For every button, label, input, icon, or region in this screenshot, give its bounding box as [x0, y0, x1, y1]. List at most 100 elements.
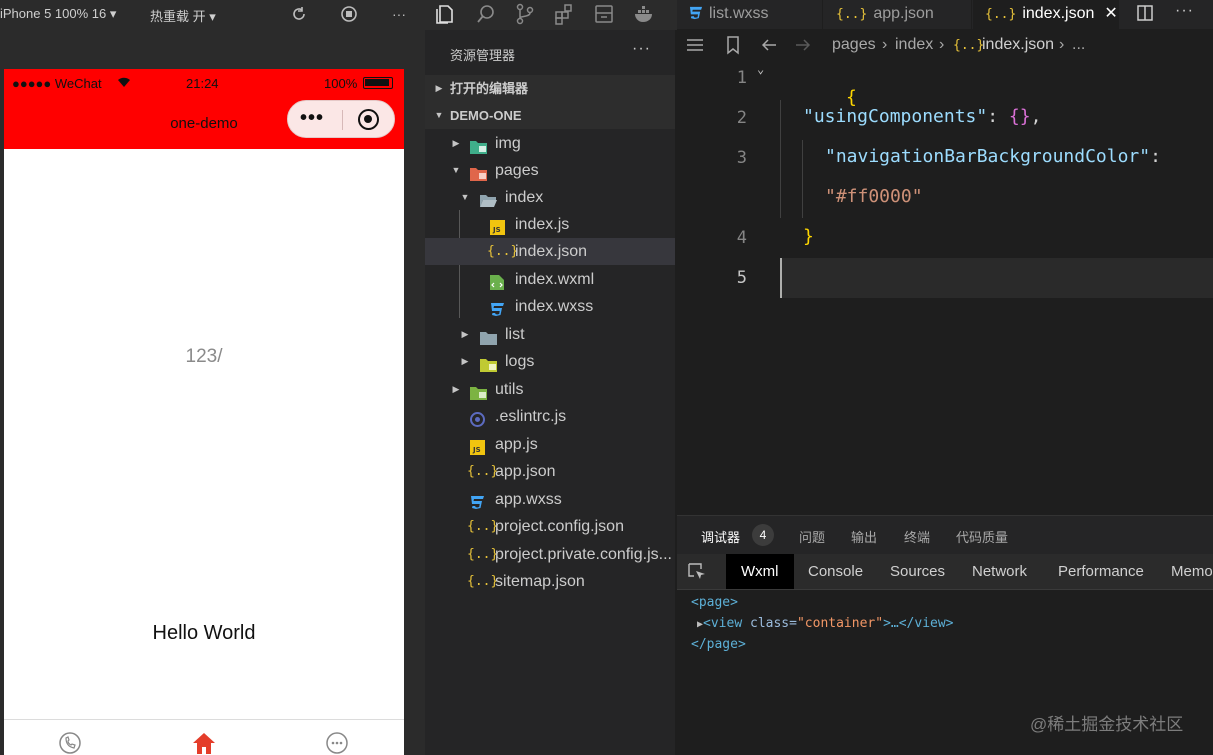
project-section[interactable]: ▼ DEMO-ONE: [425, 102, 675, 129]
devtools-tab-console[interactable]: Console: [808, 554, 863, 589]
wxml-view-node[interactable]: ▶<view class="container">…</view>: [697, 616, 954, 631]
tree-item-img[interactable]: ▶ img: [425, 130, 675, 157]
tree-item-app-json[interactable]: {..} app.json: [425, 458, 675, 485]
capsule-more-button[interactable]: •••: [300, 107, 324, 130]
list-icon[interactable]: [685, 35, 705, 55]
split-editor-icon[interactable]: [1136, 4, 1156, 24]
tree-item-app-wxss[interactable]: app.wxss: [425, 486, 675, 513]
storage-icon[interactable]: [593, 3, 615, 25]
json-string-value: "#ff0000": [825, 186, 923, 207]
source-control-icon[interactable]: [514, 3, 536, 25]
open-editors-section[interactable]: ▶ 打开的编辑器: [425, 75, 675, 102]
breadcrumb-file[interactable]: index.json: [982, 36, 1054, 54]
tab-index-json[interactable]: {..} index.json ✕: [973, 0, 1119, 29]
wxml-page-open[interactable]: <page>: [691, 595, 738, 610]
fold-chevron-icon[interactable]: ⌄: [757, 62, 764, 76]
inspect-element-icon[interactable]: [687, 562, 707, 582]
device-selector[interactable]: iPhone 5 100% 16 ▾: [0, 6, 116, 22]
tree-item-index-js[interactable]: JS index.js: [425, 211, 675, 238]
tab-debugger[interactable]: 调试器: [701, 527, 740, 546]
arrow-left-icon[interactable]: [759, 35, 779, 55]
pages-folder-icon: [470, 163, 487, 181]
chevron-right-icon: ›: [882, 36, 888, 53]
explorer-pane: 资源管理器 ··· ▶ 打开的编辑器 ▼ DEMO-ONE ▶ img ▼ pa…: [425, 30, 675, 755]
devtools-tab-wxml[interactable]: Wxml: [726, 554, 794, 589]
status-time: 21:24: [186, 76, 219, 91]
tab-code-quality[interactable]: 代码质量: [956, 527, 1008, 546]
tab-app-json[interactable]: {..} app.json: [824, 0, 972, 29]
tree-item-app-js[interactable]: JS app.js: [425, 431, 675, 458]
wxml-attr-value: "container": [796, 616, 884, 631]
refresh-icon[interactable]: [290, 5, 308, 23]
json-colon: :: [987, 106, 1009, 127]
tree-item-pages[interactable]: ▼ pages: [425, 157, 675, 184]
tree-item-eslintrc[interactable]: .eslintrc.js: [425, 403, 675, 430]
tree-item-index-wxss[interactable]: index.wxss: [425, 293, 675, 320]
code-line-3: "navigationBarBackgroundColor":: [825, 146, 1161, 167]
tree-item-label: index.json: [515, 243, 588, 260]
wxss-file-icon: [470, 492, 487, 509]
tree-item-list[interactable]: ▶ list: [425, 321, 675, 348]
json-brace: {: [846, 87, 857, 108]
devtools-tab-network[interactable]: Network: [972, 554, 1027, 589]
close-icon[interactable]: ✕: [1104, 5, 1117, 22]
tree-item-logs[interactable]: ▶ logs: [425, 348, 675, 375]
stop-icon[interactable]: [340, 5, 358, 23]
chat-tab-icon[interactable]: [326, 732, 348, 754]
json-file-icon: {..}: [467, 519, 499, 534]
breadcrumb-pages[interactable]: pages: [832, 36, 876, 54]
line-number: 1: [736, 68, 747, 88]
tab-terminal[interactable]: 终端: [904, 527, 930, 546]
wxml-tag-close: >…</view>: [883, 616, 954, 631]
folder-open-icon: [480, 190, 497, 207]
breadcrumb-more[interactable]: ...: [1072, 36, 1085, 54]
status-bar: ●●●●● WeChat 21:24 100%: [4, 69, 404, 97]
phone-tab-icon[interactable]: [59, 732, 81, 754]
search-icon[interactable]: [475, 3, 497, 25]
explorer-more-button[interactable]: ···: [632, 40, 651, 58]
devtools-tab-performance[interactable]: Performance: [1058, 554, 1144, 589]
logs-folder-icon: [480, 354, 497, 372]
files-icon[interactable]: [435, 3, 457, 25]
indent-guide: [802, 140, 803, 218]
json-brace: }: [803, 226, 814, 247]
tree-item-label: logs: [505, 353, 535, 370]
editor-more-icon[interactable]: ···: [1175, 2, 1194, 20]
tree-item-label: project.config.json: [495, 518, 624, 535]
more-icon[interactable]: ···: [390, 5, 408, 23]
extensions-icon[interactable]: [553, 3, 575, 25]
image-folder-icon: [470, 136, 487, 154]
tree-item-index-wxml[interactable]: index.wxml: [425, 266, 675, 293]
tab-output[interactable]: 输出: [851, 527, 877, 546]
tree-item-utils[interactable]: ▶ utils: [425, 376, 675, 403]
breadcrumb-index[interactable]: index: [895, 36, 933, 54]
devtools-tab-memory[interactable]: Memo: [1171, 554, 1213, 589]
tree-item-index-folder[interactable]: ▼ index: [425, 184, 675, 211]
bookmark-icon[interactable]: [723, 35, 743, 55]
tree-item-label: project.private.config.js...: [495, 546, 672, 563]
line-number: 5: [736, 268, 747, 288]
tree-item-index-json[interactable]: {..} index.json: [425, 238, 675, 265]
tree-item-project-private-config[interactable]: {..} project.private.config.js...: [425, 541, 675, 568]
devtools-tab-sources[interactable]: Sources: [890, 554, 945, 589]
json-file-icon: {..}: [985, 7, 1017, 22]
wxml-page-close[interactable]: </page>: [691, 637, 746, 652]
devtools-tabs: Wxml Console Sources Network Performance…: [677, 554, 1213, 590]
hot-reload-toggle[interactable]: 热重载 开 ▾: [150, 6, 216, 25]
tree-item-sitemap[interactable]: {..} sitemap.json: [425, 568, 675, 595]
home-tab-icon[interactable]: [192, 732, 215, 754]
chevron-down-icon: ▼: [434, 110, 444, 120]
json-empty-object: {}: [1008, 106, 1031, 127]
arrow-right-icon[interactable]: [793, 35, 813, 55]
code-editor[interactable]: ⌄ 1 2 3 4 5 { "usingComponents": {}, "na…: [677, 60, 1213, 515]
capsule-close-button[interactable]: [358, 109, 379, 130]
docker-icon[interactable]: [633, 3, 655, 25]
wxss-file-icon: [689, 1, 703, 28]
json-file-icon: {..}: [467, 574, 499, 589]
tab-problems[interactable]: 问题: [799, 527, 825, 546]
content-text: 123/: [185, 346, 223, 367]
chevron-right-icon: ▶: [461, 329, 469, 339]
tab-list-wxss[interactable]: list.wxss: [677, 0, 823, 29]
tree-item-project-config[interactable]: {..} project.config.json: [425, 513, 675, 540]
line-number: 4: [736, 228, 747, 248]
